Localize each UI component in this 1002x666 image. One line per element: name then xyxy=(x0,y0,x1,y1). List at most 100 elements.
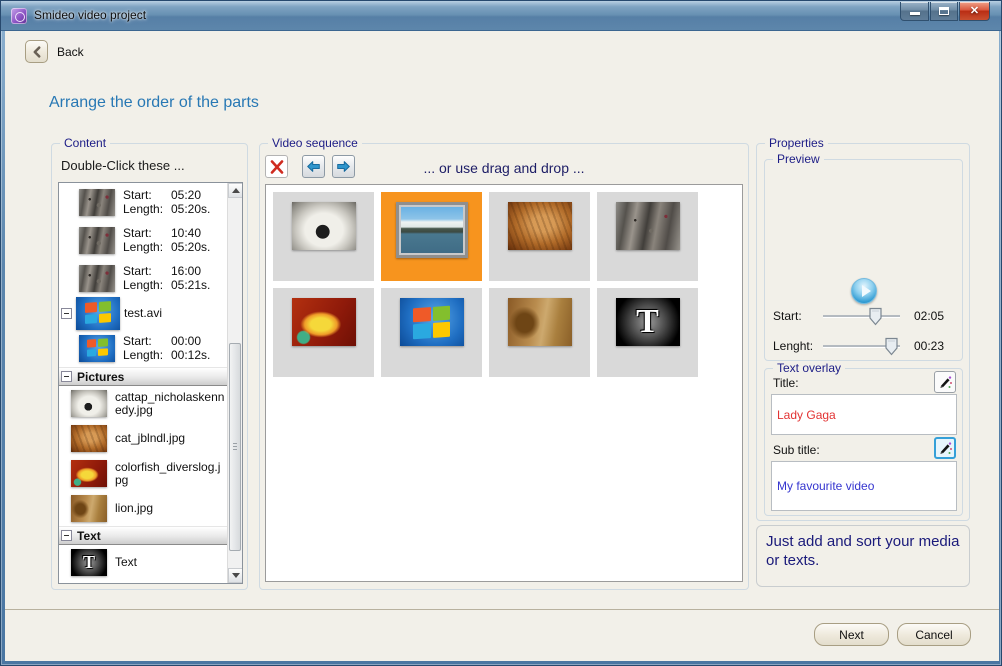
cancel-button[interactable]: Cancel xyxy=(897,623,971,646)
back-label: Back xyxy=(57,45,84,59)
clip-length-value: 05:20s. xyxy=(171,240,210,254)
clip-info: Start:00:00Length:00:12s. xyxy=(123,334,210,362)
fish-thumbnail xyxy=(71,460,107,487)
start-slider[interactable] xyxy=(821,306,902,326)
file-name: lion.jpg xyxy=(115,502,225,515)
collapse-icon[interactable] xyxy=(61,371,72,382)
content-item-clip[interactable]: Start:05:20Length:05:20s. xyxy=(59,183,227,221)
clip-start-value: 00:00 xyxy=(171,334,210,348)
start-value: 02:05 xyxy=(914,309,954,323)
scroll-down-button[interactable] xyxy=(228,568,243,583)
content-item-file[interactable]: colorfish_diverslog.jpg xyxy=(59,456,227,491)
close-button[interactable]: ✕ xyxy=(959,2,990,21)
length-slider-thumb[interactable] xyxy=(885,337,898,356)
video-preview-frame xyxy=(798,171,930,271)
preview-title: Preview xyxy=(773,152,824,167)
scroll-up-button[interactable] xyxy=(228,183,243,198)
drag-drop-hint: ... or use drag and drop ... xyxy=(260,160,748,176)
flag-pane xyxy=(413,323,431,339)
content-item-file[interactable]: lion.jpg xyxy=(59,491,227,526)
content-item-file[interactable]: cattap_nicholaskennedy.jpg xyxy=(59,386,227,421)
title-font-button[interactable] xyxy=(934,371,956,393)
content-item-clip[interactable]: Start:16:00Length:05:21s. xyxy=(59,259,227,297)
clip-info: Start:10:40Length:05:20s. xyxy=(123,226,210,254)
app-window: Smideo video project ✕ Back Arrange the … xyxy=(0,0,1002,666)
clip-info: Start:05:20Length:05:20s. xyxy=(123,188,210,216)
window-title: Smideo video project xyxy=(34,8,146,22)
clip-start-label: Start: xyxy=(123,188,169,202)
content-item-clip[interactable]: Start:10:40Length:05:20s. xyxy=(59,221,227,259)
titlebar[interactable]: Smideo video project ✕ xyxy=(1,1,1001,31)
sequence-tile[interactable] xyxy=(381,288,482,377)
scrollbar-thumb[interactable] xyxy=(229,343,241,551)
flag-pane xyxy=(98,348,107,356)
edit-font-icon xyxy=(938,441,952,455)
content-panel: Content Double-Click these ... Start:05:… xyxy=(51,143,248,590)
clip-start-label: Start: xyxy=(123,226,169,240)
sequence-tile[interactable]: T xyxy=(597,288,698,377)
app-icon xyxy=(11,8,27,24)
windows-thumbnail xyxy=(76,297,120,330)
crowd-thumbnail xyxy=(79,227,115,254)
sequence-tile[interactable] xyxy=(273,192,374,281)
sequence-tile[interactable] xyxy=(489,192,590,281)
letter-t-glyph: T xyxy=(636,303,659,341)
content-scrollbar[interactable] xyxy=(227,183,242,583)
next-button[interactable]: Next xyxy=(814,623,889,646)
cat-orange-thumbnail xyxy=(71,425,107,452)
sequence-tile[interactable] xyxy=(273,288,374,377)
crowd-thumbnail xyxy=(79,265,115,292)
title-input[interactable] xyxy=(771,394,957,435)
length-slider[interactable] xyxy=(821,336,902,356)
flag-pane xyxy=(98,339,107,347)
text-thumbnail: T xyxy=(616,298,680,346)
sequence-tile[interactable] xyxy=(381,192,482,281)
content-item-file[interactable]: cat_jblndl.jpg xyxy=(59,421,227,456)
lion-thumbnail xyxy=(508,298,572,346)
subtitle-input[interactable] xyxy=(771,461,957,511)
lion-thumbnail xyxy=(71,495,107,522)
clip-start-value: 05:20 xyxy=(171,188,210,202)
clip-length-label: Length: xyxy=(123,348,169,362)
collapse-icon[interactable] xyxy=(61,308,72,319)
close-icon: ✕ xyxy=(970,2,979,21)
properties-title: Properties xyxy=(765,136,828,151)
collapse-icon[interactable] xyxy=(61,530,72,541)
sequence-tile[interactable] xyxy=(489,288,590,377)
content-item-file[interactable]: test.avi xyxy=(59,297,227,329)
file-name: cat_jblndl.jpg xyxy=(115,432,225,445)
subtitle-font-button[interactable] xyxy=(934,437,956,459)
windows-flag-icon xyxy=(87,339,108,358)
double-click-hint: Double-Click these ... xyxy=(61,158,185,173)
start-label: Start: xyxy=(773,309,821,323)
file-name: colorfish_diverslog.jpg xyxy=(115,461,225,487)
play-button[interactable] xyxy=(851,278,877,304)
content-list: Start:05:20Length:05:20s.Start:10:40Leng… xyxy=(59,183,227,583)
content-item-clip[interactable]: Start:00:00Length:00:12s. xyxy=(59,329,227,367)
content-section-header[interactable]: Text xyxy=(59,526,227,545)
video-sequence-panel: Video sequence ... or use drag and drop … xyxy=(259,143,749,590)
text-thumbnail: T xyxy=(71,549,107,576)
letter-t-glyph: T xyxy=(83,552,95,573)
minimize-button[interactable] xyxy=(900,2,929,21)
properties-panel: Properties Preview Start: 02:05 L xyxy=(756,143,970,521)
content-section-header[interactable]: Pictures xyxy=(59,367,227,386)
start-slider-track xyxy=(823,315,900,317)
back-chevron-icon xyxy=(30,45,44,59)
start-slider-thumb[interactable] xyxy=(869,307,882,326)
sequence-tile[interactable] xyxy=(597,192,698,281)
sequence-grid: T xyxy=(265,184,743,582)
section-label: Pictures xyxy=(77,370,124,384)
cat-orange-thumbnail xyxy=(508,202,572,250)
windows-flag-icon xyxy=(85,302,111,325)
content-item-file[interactable]: TText xyxy=(59,545,227,579)
text-overlay-title: Text overlay xyxy=(773,361,845,376)
clip-length-value: 05:21s. xyxy=(171,278,210,292)
fish-thumbnail xyxy=(292,298,356,346)
back-button[interactable] xyxy=(25,40,48,63)
maximize-button[interactable] xyxy=(930,2,958,21)
length-slider-row: Lenght: 00:23 xyxy=(773,336,954,356)
clip-start-label: Start: xyxy=(123,264,169,278)
text-overlay-group: Text overlay Title: Sub title: xyxy=(764,368,963,516)
content-panel-title: Content xyxy=(60,136,110,151)
